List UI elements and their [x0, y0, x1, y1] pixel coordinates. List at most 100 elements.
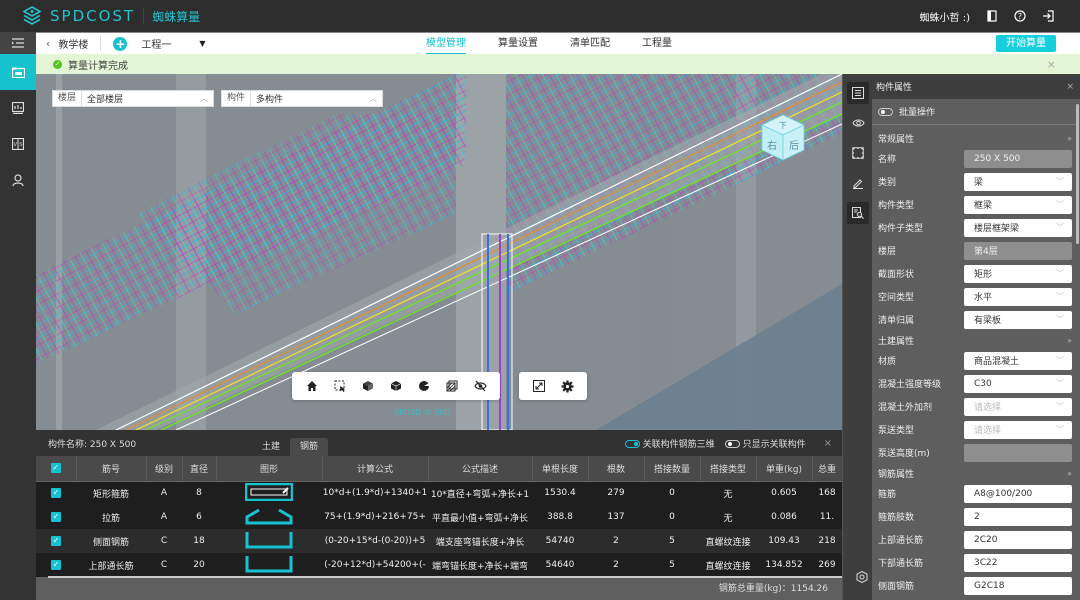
prop-subtype-select[interactable]: 楼层框架梁 ﹀: [964, 218, 1072, 237]
collapse-icon[interactable]: »: [1067, 469, 1072, 478]
collapse-icon[interactable]: »: [1067, 336, 1072, 345]
col-bar-no[interactable]: 筋号: [76, 456, 147, 482]
properties-scrollbar[interactable]: [1076, 104, 1079, 244]
prop-bottom-bars-input[interactable]: 3C22: [964, 553, 1072, 572]
project-dropdown-icon[interactable]: ▼: [199, 39, 205, 48]
prop-admixture-select[interactable]: 请选择 ﹀: [964, 397, 1072, 416]
sidebar-item-reports[interactable]: [0, 90, 36, 126]
material-icon[interactable]: [438, 372, 466, 400]
prop-top-bars-input[interactable]: 2C20: [964, 530, 1072, 549]
table-row[interactable]: ✓ 上部通长筋 C 20 (-20+12*d)+54200+(- 端弯锚长度+净…: [36, 553, 842, 577]
toggle-switch[interactable]: [724, 440, 740, 448]
prop-bill-select[interactable]: 有梁板 ﹀: [964, 310, 1072, 329]
settings-icon[interactable]: [553, 372, 581, 400]
toggle-only-linked[interactable]: 只显示关联构件: [724, 437, 806, 450]
col-lap-count[interactable]: 搭接数量: [644, 456, 701, 482]
start-calc-button[interactable]: 开始算量: [996, 35, 1056, 52]
col-shape[interactable]: 图形: [216, 456, 323, 482]
prop-stirrup-input[interactable]: A8@100/200: [964, 484, 1072, 503]
help-icon[interactable]: ?: [1014, 10, 1026, 22]
section-general[interactable]: 常规属性 »: [872, 129, 1080, 147]
row-checkbox[interactable]: ✓: [36, 553, 76, 577]
project-select[interactable]: 工程一: [141, 36, 171, 51]
tab-civil[interactable]: 土建: [252, 438, 290, 456]
batch-toggle[interactable]: [878, 107, 893, 116]
notice-close-button[interactable]: ×: [1047, 58, 1056, 71]
batch-operation[interactable]: 批量操作: [872, 99, 1076, 125]
3d-viewport[interactable]: 楼层 全部楼层 ︿ 构件 多构件 ︿ 下 右 后 SPD3D © SPD: [36, 74, 842, 430]
col-formula[interactable]: 计算公式: [322, 456, 429, 482]
table-row[interactable]: ✓ 侧面钢筋 C 18 (0-20+15*d-(0-20))+5 端支座弯锚长度…: [36, 529, 842, 553]
collapse-icon[interactable]: »: [1067, 134, 1072, 143]
fit-view-icon[interactable]: [847, 142, 869, 164]
user-name[interactable]: 蜘蛛小哲 :): [920, 9, 970, 24]
prop-type-select[interactable]: 框梁 ﹀: [964, 195, 1072, 214]
toggle-switch[interactable]: [624, 440, 640, 448]
box-select-icon[interactable]: [326, 372, 354, 400]
view-cube-top[interactable]: 下: [779, 121, 787, 130]
horizontal-scrollbar[interactable]: [48, 576, 842, 578]
col-lap-type[interactable]: 搭接类型: [700, 456, 757, 482]
view-cube-right[interactable]: 后: [789, 140, 799, 152]
home-icon[interactable]: [298, 372, 326, 400]
col-unit-length[interactable]: 单根长度: [532, 456, 589, 482]
prop-section-shape-select[interactable]: 矩形 ﹀: [964, 264, 1072, 283]
sidebar-item-model-files[interactable]: [0, 54, 36, 90]
sidebar-item-user[interactable]: [0, 162, 36, 198]
table-header-row: ✓ 筋号 级别 直径 图形 计算公式 公式描述 单根长度 根数 搭接数量 搭接类…: [36, 456, 843, 482]
row-checkbox[interactable]: ✓: [36, 481, 76, 505]
sidebar-menu-toggle[interactable]: [0, 32, 36, 54]
building-name[interactable]: 教学楼: [58, 36, 102, 51]
col-count[interactable]: 根数: [588, 456, 645, 482]
edit-icon[interactable]: [847, 172, 869, 194]
prop-pump-type-select[interactable]: 请选择 ﹀: [964, 420, 1072, 439]
list-icon[interactable]: [847, 82, 869, 104]
prop-label: 泵送类型: [878, 426, 915, 436]
tab-quantities[interactable]: 工程量: [642, 33, 672, 55]
section-icon[interactable]: [410, 372, 438, 400]
section-rebar[interactable]: 钢筋属性 »: [872, 464, 1080, 482]
cell-count: 137: [588, 505, 644, 529]
cube-icon[interactable]: [382, 372, 410, 400]
tab-calc-settings[interactable]: 算量设置: [498, 33, 538, 55]
model-hex-icon[interactable]: [851, 566, 873, 588]
book-icon[interactable]: [986, 10, 998, 22]
prop-category-select[interactable]: 梁 ﹀: [964, 172, 1072, 191]
row-checkbox[interactable]: ✓: [36, 505, 76, 529]
eye-icon[interactable]: [847, 112, 869, 134]
properties-close-button[interactable]: ×: [1066, 82, 1074, 92]
fullscreen-icon[interactable]: [525, 372, 553, 400]
floor-filter[interactable]: 楼层 全部楼层 ︿: [52, 90, 214, 107]
prop-side-bars-input[interactable]: G2C18: [964, 576, 1072, 595]
logout-icon[interactable]: [1042, 10, 1054, 22]
view-cube-left[interactable]: 右: [767, 139, 777, 152]
prop-concrete-grade-select[interactable]: C30 ﹀: [964, 374, 1072, 393]
select-all-checkbox[interactable]: ✓: [36, 456, 77, 482]
prop-stirrup-legs-input[interactable]: 2: [964, 507, 1072, 526]
hide-icon[interactable]: [466, 372, 494, 400]
col-total-weight[interactable]: 总重: [812, 456, 843, 482]
row-checkbox[interactable]: ✓: [36, 529, 76, 553]
back-button[interactable]: ‹: [46, 37, 50, 50]
tab-rebar[interactable]: 钢筋: [290, 438, 329, 456]
prop-space-type-select[interactable]: 水平 ﹀: [964, 287, 1072, 306]
tab-model-management[interactable]: 模型管理: [426, 33, 466, 55]
sidebar-item-compare[interactable]: VS: [0, 126, 36, 162]
isolate-icon[interactable]: [354, 372, 382, 400]
tab-bill-matching[interactable]: 清单匹配: [570, 33, 610, 55]
inspect-icon[interactable]: [847, 202, 869, 224]
table-row[interactable]: ✓ 矩形箍筋 A 8 10*d+(1.9*d)+1340+1 10*直径+弯弧+…: [36, 481, 842, 505]
col-unit-weight[interactable]: 单重(kg): [756, 456, 813, 482]
col-formula-desc[interactable]: 公式描述: [428, 456, 533, 482]
section-civil[interactable]: 土建属性 »: [872, 331, 1080, 349]
col-diameter[interactable]: 直径: [182, 456, 217, 482]
table-row[interactable]: ✓ 拉筋 A 6 75+(1.9*d)+216+75+ 平直最小值+弯弧+净长 …: [36, 505, 842, 529]
main-tabs: 模型管理 算量设置 清单匹配 工程量: [426, 33, 704, 55]
prop-material-select[interactable]: 商品混凝土 ﹀: [964, 351, 1072, 370]
col-grade[interactable]: 级别: [146, 456, 183, 482]
panel-close-button[interactable]: ×: [824, 438, 832, 449]
toggle-linked-3d[interactable]: 关联构件钢筋三维: [624, 437, 715, 450]
component-filter[interactable]: 构件 多构件 ︿: [221, 90, 383, 107]
view-cube[interactable]: 下 右 后: [758, 112, 808, 162]
add-project-button[interactable]: +: [113, 36, 128, 51]
